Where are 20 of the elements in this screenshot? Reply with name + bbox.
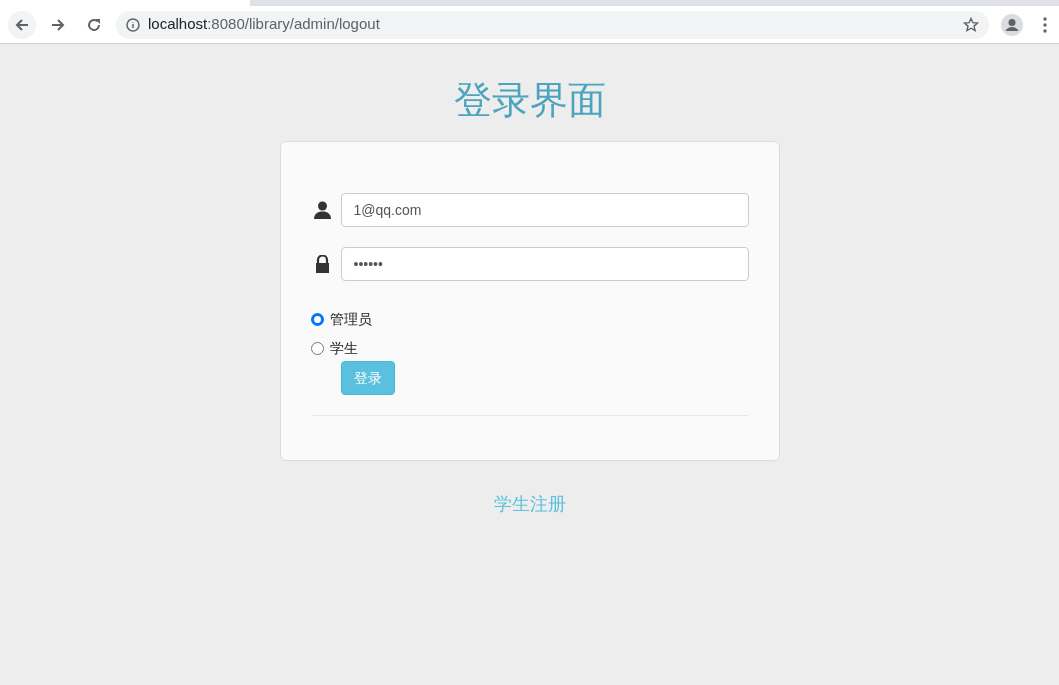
back-button[interactable] [8, 10, 36, 39]
profile-avatar-icon[interactable] [1001, 13, 1023, 36]
address-bar[interactable]: localhost:8080/library/admin/logout [116, 10, 989, 39]
username-field[interactable]: 1@qq.com [340, 193, 749, 227]
url-host: localhost [148, 15, 208, 33]
role-radio[interactable] [310, 342, 324, 355]
lock-icon [313, 255, 331, 273]
password-field[interactable]: •••••• [340, 247, 749, 281]
reload-icon [86, 16, 102, 33]
role-label: 管理员 [329, 310, 372, 329]
star-icon[interactable] [963, 16, 979, 33]
forward-icon [50, 16, 66, 33]
menu-icon[interactable] [1043, 16, 1047, 33]
page-title: 登录界面 [453, 78, 606, 123]
role-label: 学生 [329, 339, 358, 358]
url-path: :8080/library/admin/logout [207, 15, 380, 33]
user-icon [313, 201, 331, 219]
info-icon [126, 17, 140, 32]
back-icon [14, 16, 30, 33]
role-radio[interactable] [310, 313, 324, 326]
